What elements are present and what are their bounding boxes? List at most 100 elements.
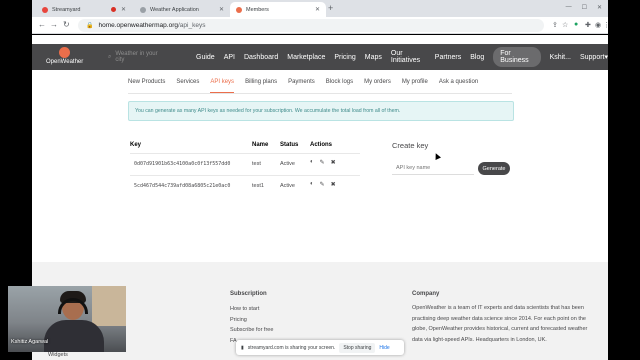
window-controls: — ☐ ✕ — [560, 0, 608, 15]
toggle-icon[interactable]: ◐ — [310, 159, 314, 166]
share-icon[interactable]: ⇪ — [552, 21, 558, 29]
subnav-divider — [128, 93, 512, 94]
tab-title: Streamyard — [52, 6, 81, 13]
url-path: /api_keys — [177, 22, 206, 29]
api-key-name-input[interactable] — [392, 161, 474, 175]
footer-link-pricing[interactable]: Pricing — [230, 317, 247, 323]
table-row: 5cd467d544c739afd08a6805c21e0ac0 test1 A… — [130, 175, 360, 197]
search-input[interactable]: Weather in your city — [115, 51, 168, 63]
forward-icon[interactable]: → — [50, 20, 58, 29]
webcam-name-label: Kshitiz Agarwal — [11, 339, 49, 345]
nav-maps[interactable]: Maps — [365, 54, 382, 61]
generate-button[interactable]: Generate — [478, 162, 510, 175]
edit-icon[interactable]: ✎ — [320, 159, 325, 166]
close-tab-icon[interactable]: ✕ — [315, 6, 320, 13]
streamyard-favicon-icon — [42, 6, 48, 13]
subnav-my-orders[interactable]: My orders — [364, 79, 391, 93]
column-header-actions: Actions — [310, 142, 333, 148]
screen-share-bar: ▮ streamyard.com is sharing your screen.… — [236, 340, 404, 355]
support-menu[interactable]: Support▾ — [580, 53, 608, 61]
extensions-puzzle-icon[interactable]: ✚ — [585, 21, 591, 29]
recording-indicator-icon — [111, 7, 116, 12]
search-icon: ⌕ — [108, 53, 112, 60]
delete-icon[interactable]: ✖ — [331, 181, 336, 188]
back-icon[interactable]: ← — [38, 20, 46, 29]
maximize-icon[interactable]: ☐ — [582, 4, 587, 11]
lock-icon: 🔒 — [86, 23, 94, 29]
close-window-icon[interactable]: ✕ — [597, 4, 602, 11]
person-body — [44, 320, 104, 352]
footer-link-widgets[interactable]: Widgets — [48, 352, 68, 358]
subnav-api-keys[interactable]: API keys — [210, 79, 235, 93]
nav-partners[interactable]: Partners — [435, 54, 461, 61]
close-tab-icon[interactable]: ✕ — [219, 6, 224, 13]
nav-our-initiatives[interactable]: Our Initiatives — [391, 50, 426, 64]
new-tab-button[interactable]: + — [328, 3, 333, 13]
api-key-status: Active — [280, 183, 295, 189]
nav-guide[interactable]: Guide — [196, 54, 215, 61]
stop-sharing-button[interactable]: Stop sharing — [339, 342, 376, 353]
tab-title: Members — [246, 6, 269, 13]
nav-marketplace[interactable]: Marketplace — [287, 54, 325, 61]
column-header-status: Status — [280, 142, 299, 148]
api-key-name: test — [252, 161, 261, 167]
tab-weather-application[interactable]: Weather Application ✕ — [134, 2, 230, 17]
footer-company-text: OpenWeather is a team of IT experts and … — [412, 305, 588, 343]
create-key-title: Create key — [392, 141, 429, 150]
webcam-overlay: Kshitiz Agarwal — [8, 286, 126, 352]
api-key-name: test1 — [252, 183, 264, 189]
subnav-block-logs[interactable]: Block logs — [326, 79, 353, 93]
nav-api[interactable]: API — [224, 54, 235, 61]
nav-dashboard[interactable]: Dashboard — [244, 54, 278, 61]
bookmark-star-icon[interactable]: ☆ — [562, 21, 568, 29]
create-key-panel: Create key Generate — [392, 141, 510, 175]
api-key-value: 5cd467d544c739afd08a6805c21e0ac0 — [134, 183, 231, 189]
delete-icon[interactable]: ✖ — [331, 159, 336, 166]
for-business-button[interactable]: For Business — [493, 47, 541, 67]
main-nav: Guide API Dashboard Marketplace Pricing … — [196, 44, 608, 70]
subnav-new-products[interactable]: New Products — [128, 79, 165, 93]
address-bar[interactable]: 🔒 home.openweathermap.org/api_keys — [78, 19, 544, 32]
extension-icon[interactable]: ● — [574, 21, 578, 28]
column-header-name: Name — [252, 142, 269, 148]
minimize-icon[interactable]: — — [566, 4, 572, 11]
subnav-my-profile[interactable]: My profile — [402, 79, 428, 93]
footer-company-title: Company — [412, 291, 440, 297]
api-keys-notice: You can generate as many API keys as nee… — [128, 101, 514, 121]
footer-link-how-to-start[interactable]: How to start — [230, 306, 259, 312]
footer-subscription-title: Subscription — [230, 291, 267, 297]
background-cabinet — [92, 286, 126, 326]
url-host: home.openweathermap.org — [98, 22, 178, 29]
reload-icon[interactable]: ↻ — [63, 20, 70, 29]
tab-members[interactable]: Members ✕ — [230, 2, 326, 17]
logo-sun-icon — [59, 47, 70, 58]
edit-icon[interactable]: ✎ — [320, 181, 325, 188]
profile-avatar-icon[interactable]: ◉ — [595, 21, 601, 29]
row-actions: ◐ ✎ ✖ — [310, 181, 336, 188]
api-key-status: Active — [280, 161, 295, 167]
openweather-logo[interactable]: OpenWeather — [46, 47, 86, 67]
weather-favicon-icon — [140, 6, 146, 13]
tab-title: Weather Application — [150, 6, 199, 13]
api-key-value: 0d07d91901b63c4100a0c0f13f557dd0 — [134, 161, 231, 167]
site-header: OpenWeather ⌕ Weather in your city Guide… — [32, 44, 608, 70]
subnav-payments[interactable]: Payments — [288, 79, 315, 93]
close-tab-icon[interactable]: ✕ — [121, 6, 126, 13]
toggle-icon[interactable]: ◐ — [310, 181, 314, 188]
footer-link-subscribe[interactable]: Subscribe for free — [230, 327, 273, 333]
subnav-ask-a-question[interactable]: Ask a question — [439, 79, 478, 93]
share-indicator-icon: ▮ — [241, 344, 244, 351]
user-menu[interactable]: Kshit... — [550, 54, 571, 61]
mouse-cursor-icon — [433, 152, 441, 160]
nav-blog[interactable]: Blog — [470, 54, 484, 61]
hide-button[interactable]: Hide — [379, 345, 389, 351]
menu-dots-icon[interactable]: ⋮ — [603, 21, 610, 29]
subnav-billing-plans[interactable]: Billing plans — [245, 79, 277, 93]
tab-streamyard[interactable]: Streamyard ✕ — [36, 2, 132, 17]
subnav-services[interactable]: Services — [176, 79, 199, 93]
nav-pricing[interactable]: Pricing — [334, 54, 355, 61]
openweather-favicon-icon — [236, 6, 242, 13]
site-search[interactable]: ⌕ Weather in your city — [108, 50, 168, 64]
table-row: 0d07d91901b63c4100a0c0f13f557dd0 test Ac… — [130, 153, 360, 175]
account-subnav: New Products Services API keys Billing p… — [128, 79, 478, 93]
